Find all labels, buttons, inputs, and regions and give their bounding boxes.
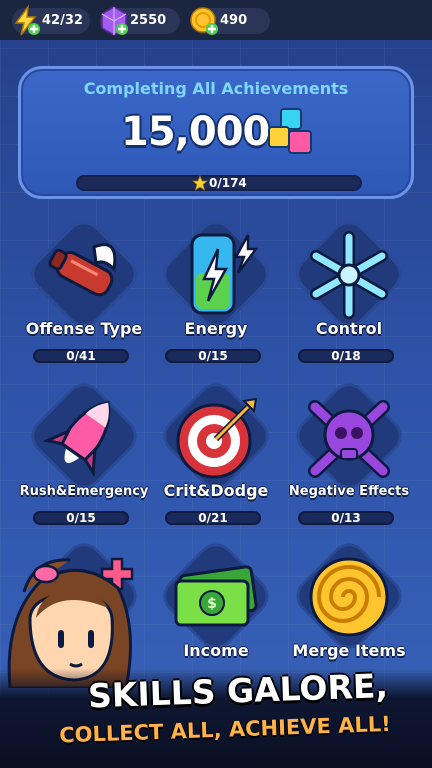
swirl-icon: [309, 557, 389, 637]
category-energy[interactable]: Energy 0/15: [146, 213, 286, 384]
svg-text:$: $: [207, 596, 217, 612]
purple-gem-icon: [101, 6, 128, 36]
category-progress: 0/18: [298, 349, 394, 363]
category-crit-dodge[interactable]: Crit&Dodge 0/21: [146, 375, 286, 546]
category-name: Crit&Dodge: [163, 481, 269, 500]
energy-bolt-icon: [14, 5, 40, 36]
category-progress: 0/41: [33, 349, 129, 363]
category-name: Control: [315, 319, 383, 338]
rocket-punch-icon: [48, 243, 117, 297]
energy-counter[interactable]: 42/32: [12, 5, 90, 36]
coin-value: 490: [220, 13, 248, 28]
skull-crossbones-icon: [308, 400, 390, 478]
category-name: Offense Type: [25, 319, 143, 338]
resource-bar: 42/32 2550 490: [0, 0, 432, 40]
all-achievements-card[interactable]: Completing All Achievements 15,000 0/174: [18, 66, 414, 199]
energy-value: 42/32: [42, 13, 83, 28]
cash-icon: $: [174, 565, 258, 627]
snowflake-icon: [310, 231, 388, 319]
category-name: Negative Effects: [288, 484, 410, 499]
achievement-progress-bar: 0/174: [76, 175, 362, 191]
category-name: Energy: [184, 319, 248, 338]
achievement-title: Completing All Achievements: [83, 79, 349, 98]
star-icon: [192, 175, 208, 191]
battery-bolt-icon: [190, 233, 259, 315]
category-progress: 0/15: [33, 511, 129, 525]
category-progress: 0/13: [298, 511, 394, 525]
category-name: Rush&Emergency: [19, 484, 149, 499]
category-name: Merge Items: [292, 641, 406, 660]
category-negative-effects[interactable]: Negative Effects 0/13: [279, 375, 419, 546]
category-progress: 0/21: [165, 511, 261, 525]
mascot-character: [7, 558, 132, 688]
gold-coin-icon: [190, 7, 218, 35]
gem-counter[interactable]: 2550: [100, 6, 180, 36]
category-rush-emergency[interactable]: Rush&Emergency 0/15: [14, 375, 154, 546]
target-arrow-icon: [176, 397, 258, 479]
pink-rocket-icon: [42, 400, 111, 478]
category-control[interactable]: Control 0/18: [279, 213, 419, 384]
category-offense-type[interactable]: Offense Type 0/41: [14, 213, 154, 384]
category-name: Income: [183, 641, 249, 660]
coin-counter[interactable]: 490: [190, 7, 270, 35]
category-progress: 0/15: [165, 349, 261, 363]
achievement-progress-text: 0/174: [209, 176, 247, 190]
cube-reward-icon: [268, 108, 312, 154]
achievement-reward: 15,000: [121, 109, 270, 155]
gem-value: 2550: [130, 13, 167, 28]
